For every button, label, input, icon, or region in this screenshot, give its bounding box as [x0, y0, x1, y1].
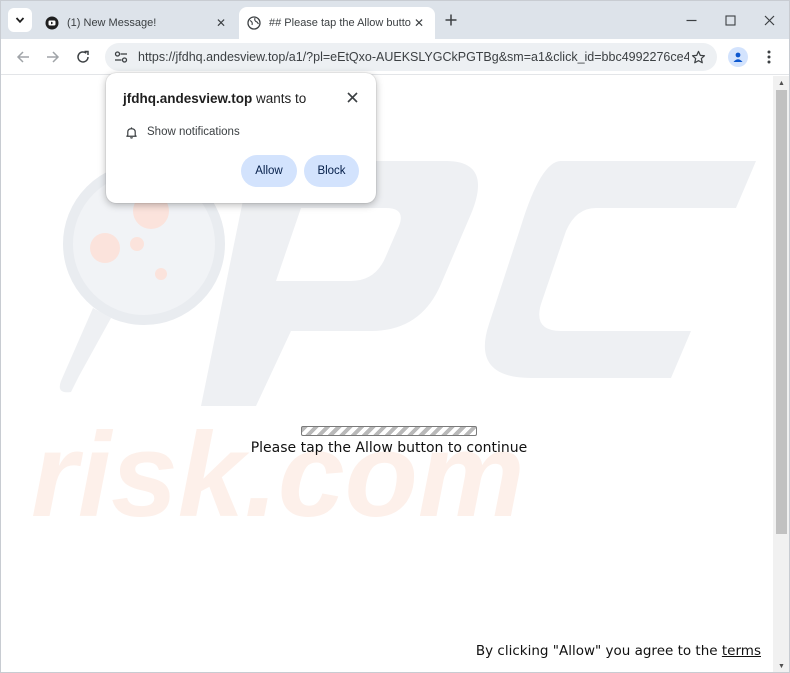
prompt-text: Please tap the Allow button to continue [250, 440, 528, 456]
agree-text: By clicking "Allow" you agree to the ter… [476, 643, 761, 659]
more-vert-icon [767, 50, 771, 64]
toolbar: https://jfdhq.andesview.top/a1/?pl=eEtQx… [1, 39, 789, 75]
url-text: https://jfdhq.andesview.top/a1/?pl=eEtQx… [138, 50, 689, 64]
tab-allow-button[interactable]: ## Please tap the Allow button ✕ [239, 7, 435, 39]
tab-title: (1) New Message! [67, 17, 157, 29]
block-button[interactable]: Block [304, 155, 359, 187]
address-bar[interactable]: https://jfdhq.andesview.top/a1/?pl=eEtQx… [105, 43, 717, 71]
minimize-icon [686, 19, 696, 21]
maximize-icon [724, 14, 736, 26]
chevron-down-icon [15, 17, 25, 24]
menu-button[interactable] [761, 47, 777, 67]
new-tab-button[interactable] [442, 11, 460, 29]
reload-button[interactable] [73, 47, 93, 67]
agree-label: By clicking "Allow" you agree to the [475, 643, 722, 659]
bell-icon [124, 125, 138, 139]
scroll-thumb[interactable] [776, 90, 787, 534]
popup-domain: jfdhq.andesview.top [123, 91, 253, 106]
permission-row: Show notifications [124, 125, 240, 139]
scroll-up-icon[interactable]: ▲ [777, 79, 786, 87]
tab-title: ## Please tap the Allow button [269, 17, 411, 29]
tab-search-button[interactable] [8, 8, 32, 32]
window-close-button[interactable] [757, 9, 781, 31]
close-icon [764, 15, 774, 25]
progress-bar [301, 426, 477, 436]
forward-button[interactable] [43, 47, 63, 67]
browser-window: (1) New Message! ✕ ## Please tap the All… [0, 0, 790, 673]
tab-strip: (1) New Message! ✕ ## Please tap the All… [1, 1, 789, 39]
person-icon [733, 52, 743, 62]
maximize-button[interactable] [718, 9, 742, 31]
scroll-down-icon[interactable]: ▼ [777, 662, 786, 670]
star-icon[interactable] [689, 48, 707, 66]
site-settings-icon[interactable] [112, 48, 130, 66]
allow-button[interactable]: Allow [241, 155, 297, 187]
back-button[interactable] [13, 47, 33, 67]
arrow-left-icon [16, 51, 29, 63]
permission-label: Show notifications [147, 126, 240, 138]
tab-new-message[interactable]: (1) New Message! ✕ [37, 7, 237, 39]
vertical-scrollbar[interactable]: ▲ ▼ [773, 76, 789, 672]
popup-wants-to: wants to [252, 91, 307, 106]
notification-permission-popup: jfdhq.andesview.top wants to Show notifi… [106, 73, 376, 203]
close-icon[interactable]: ✕ [213, 15, 229, 31]
close-icon[interactable] [344, 89, 360, 105]
profile-button[interactable] [728, 47, 748, 67]
popup-title: jfdhq.andesview.top wants to [123, 91, 306, 106]
reload-icon [77, 50, 89, 63]
close-icon[interactable]: ✕ [411, 15, 427, 31]
plus-icon [445, 14, 457, 26]
globe-icon [247, 16, 261, 30]
minimize-button[interactable] [679, 9, 703, 31]
youtube-icon [45, 16, 59, 30]
arrow-right-icon [47, 51, 60, 63]
terms-link[interactable]: terms [722, 643, 761, 659]
